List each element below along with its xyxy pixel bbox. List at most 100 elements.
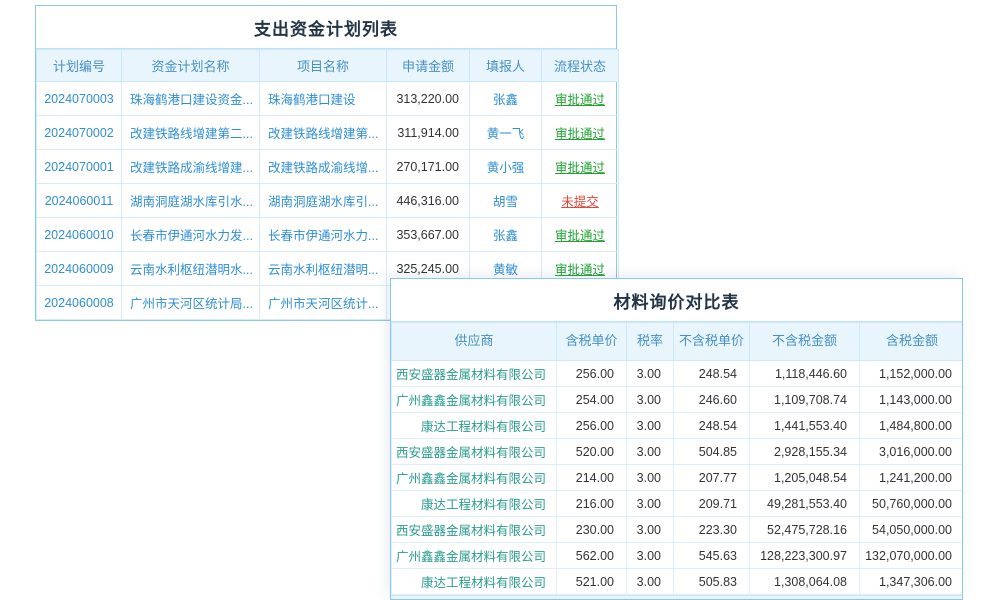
flow-status-link[interactable]: 审批通过 [542,150,619,184]
table-row: 康达工程材料有限公司 521.00 3.00 505.83 1,308,064.… [392,569,964,595]
fund-plan-name-link[interactable]: 改建铁路成渝线增建... [122,150,260,184]
table-row: 2024060010 长春市伊通河水力发... 长春市伊通河水力... 353,… [37,218,619,252]
supplier-link[interactable]: 康达工程材料有限公司 [392,569,557,595]
price-incl-tax-value: 254.00 [557,387,627,413]
project-name-link[interactable]: 改建铁路成渝线增... [260,150,387,184]
price-incl-tax-value: 520.00 [557,439,627,465]
fund-plan-name-link[interactable]: 珠海鹤港口建设资金... [122,82,260,116]
plan-id-link[interactable]: 2024070001 [37,150,122,184]
project-name-link[interactable]: 长春市伊通河水力... [260,218,387,252]
amount-incl-tax-value: 1,152,000.00 [860,361,964,387]
tax-rate-value: 3.00 [627,517,674,543]
plan-id-link[interactable]: 2024060008 [37,286,122,320]
apply-amount-value: 311,914.00 [387,116,470,150]
table-row: 西安盛器金属材料有限公司 256.00 3.00 248.54 1,118,44… [392,361,964,387]
amount-incl-tax-value: 1,143,000.00 [860,387,964,413]
price-excl-tax-value: 248.54 [674,413,750,439]
amount-incl-tax-value: 1,484,800.00 [860,413,964,439]
material-inquiry-panel: 材料询价对比表 供应商 含税单价 税率 不含税单价 不含税金额 含税金额 西安盛… [390,278,963,600]
price-incl-tax-value: 521.00 [557,569,627,595]
col-header-apply-amount: 申请金额 [387,50,470,82]
table-row: 广州鑫鑫金属材料有限公司 254.00 3.00 246.60 1,109,70… [392,387,964,413]
material-inquiry-table-body: 西安盛器金属材料有限公司 256.00 3.00 248.54 1,118,44… [392,361,964,595]
price-excl-tax-value: 504.85 [674,439,750,465]
table-row: 西安盛器金属材料有限公司 230.00 3.00 223.30 52,475,7… [392,517,964,543]
tax-rate-value: 3.00 [627,491,674,517]
project-name-link[interactable]: 云南水利枢纽潜明... [260,252,387,286]
amount-incl-tax-value: 132,070,000.00 [860,543,964,569]
table-row: 广州鑫鑫金属材料有限公司 214.00 3.00 207.77 1,205,04… [392,465,964,491]
tax-rate-value: 3.00 [627,543,674,569]
project-name-link[interactable]: 珠海鹤港口建设 [260,82,387,116]
fund-plan-name-link[interactable]: 云南水利枢纽潜明水... [122,252,260,286]
price-incl-tax-value: 256.00 [557,413,627,439]
price-excl-tax-value: 209.71 [674,491,750,517]
table-row: 西安盛器金属材料有限公司 520.00 3.00 504.85 2,928,15… [392,439,964,465]
table-row: 2024070001 改建铁路成渝线增建... 改建铁路成渝线增... 270,… [37,150,619,184]
col-header-fund-plan-name: 资金计划名称 [122,50,260,82]
supplier-link[interactable]: 康达工程材料有限公司 [392,491,557,517]
table-row: 康达工程材料有限公司 216.00 3.00 209.71 49,281,553… [392,491,964,517]
fund-plan-name-link[interactable]: 广州市天河区统计局... [122,286,260,320]
amount-excl-tax-value: 1,205,048.54 [750,465,860,491]
price-incl-tax-value: 256.00 [557,361,627,387]
price-excl-tax-value: 505.83 [674,569,750,595]
fund-plan-name-link[interactable]: 湖南洞庭湖水库引水... [122,184,260,218]
col-header-supplier: 供应商 [392,323,557,361]
amount-excl-tax-value: 1,308,064.08 [750,569,860,595]
flow-status-link[interactable]: 审批通过 [542,82,619,116]
reporter-value: 黄一飞 [470,116,542,150]
supplier-link[interactable]: 广州鑫鑫金属材料有限公司 [392,465,557,491]
supplier-link[interactable]: 西安盛器金属材料有限公司 [392,361,557,387]
price-excl-tax-value: 223.30 [674,517,750,543]
tax-rate-value: 3.00 [627,413,674,439]
col-header-project-name: 项目名称 [260,50,387,82]
fund-plan-name-link[interactable]: 长春市伊通河水力发... [122,218,260,252]
apply-amount-value: 353,667.00 [387,218,470,252]
price-incl-tax-value: 230.00 [557,517,627,543]
table-row: 康达工程材料有限公司 256.00 3.00 248.54 1,441,553.… [392,413,964,439]
flow-status-link[interactable]: 未提交 [542,184,619,218]
amount-incl-tax-value: 1,241,200.00 [860,465,964,491]
supplier-link[interactable]: 康达工程材料有限公司 [392,413,557,439]
flow-status-link[interactable]: 审批通过 [542,218,619,252]
amount-excl-tax-value: 49,281,553.40 [750,491,860,517]
flow-status-link[interactable]: 审批通过 [542,116,619,150]
expense-plan-panel: 支出资金计划列表 计划编号 资金计划名称 项目名称 申请金额 填报人 流程状态 … [35,5,617,321]
col-header-price-incl-tax: 含税单价 [557,323,627,361]
amount-incl-tax-value: 3,016,000.00 [860,439,964,465]
plan-id-link[interactable]: 2024060009 [37,252,122,286]
supplier-link[interactable]: 西安盛器金属材料有限公司 [392,439,557,465]
table-row: 广州鑫鑫金属材料有限公司 562.00 3.00 545.63 128,223,… [392,543,964,569]
fund-plan-name-link[interactable]: 改建铁路线增建第二... [122,116,260,150]
material-inquiry-title: 材料询价对比表 [391,279,962,322]
col-header-plan-id: 计划编号 [37,50,122,82]
project-name-link[interactable]: 改建铁路线增建第... [260,116,387,150]
amount-excl-tax-value: 128,223,300.97 [750,543,860,569]
plan-id-link[interactable]: 2024060010 [37,218,122,252]
amount-incl-tax-value: 1,347,306.00 [860,569,964,595]
supplier-link[interactable]: 广州鑫鑫金属材料有限公司 [392,387,557,413]
apply-amount-value: 270,171.00 [387,150,470,184]
price-excl-tax-value: 545.63 [674,543,750,569]
plan-id-link[interactable]: 2024060011 [37,184,122,218]
plan-id-link[interactable]: 2024070002 [37,116,122,150]
project-name-link[interactable]: 湖南洞庭湖水库引... [260,184,387,218]
plan-id-link[interactable]: 2024070003 [37,82,122,116]
supplier-link[interactable]: 广州鑫鑫金属材料有限公司 [392,543,557,569]
amount-excl-tax-value: 2,928,155.34 [750,439,860,465]
amount-incl-tax-value: 50,760,000.00 [860,491,964,517]
reporter-value: 黄小强 [470,150,542,184]
table-row: 2024070003 珠海鹤港口建设资金... 珠海鹤港口建设 313,220.… [37,82,619,116]
amount-incl-tax-value: 54,050,000.00 [860,517,964,543]
project-name-link[interactable]: 广州市天河区统计... [260,286,387,320]
amount-excl-tax-value: 1,118,446.60 [750,361,860,387]
amount-excl-tax-value: 1,109,708.74 [750,387,860,413]
supplier-link[interactable]: 西安盛器金属材料有限公司 [392,517,557,543]
reporter-value: 张鑫 [470,82,542,116]
price-incl-tax-value: 214.00 [557,465,627,491]
table-row: 2024070002 改建铁路线增建第二... 改建铁路线增建第... 311,… [37,116,619,150]
expense-plan-title: 支出资金计划列表 [36,6,616,49]
table-row: 2024060011 湖南洞庭湖水库引水... 湖南洞庭湖水库引... 446,… [37,184,619,218]
price-excl-tax-value: 246.60 [674,387,750,413]
